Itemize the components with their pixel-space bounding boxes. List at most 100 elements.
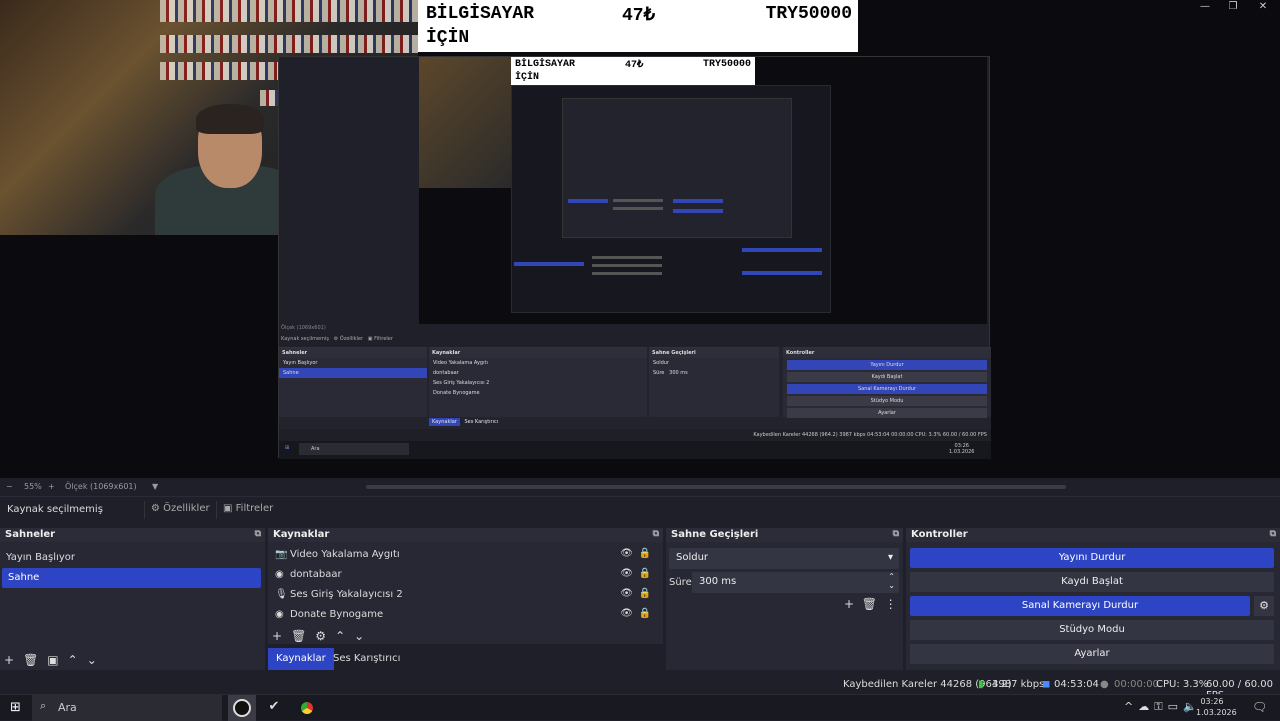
undock-icon[interactable]: ⧉ xyxy=(1270,529,1276,539)
signal-icon: ▮ xyxy=(978,679,984,690)
tab-mixer[interactable]: Ses Karıştırıcı xyxy=(325,648,408,670)
stop-stream-button[interactable]: Yayını Durdur xyxy=(910,548,1274,568)
nested-transitions-title: Sahne Geçişleri xyxy=(649,348,779,358)
zoom-level: 55% xyxy=(24,482,42,491)
eye-icon[interactable]: 👁 xyxy=(620,588,633,599)
nested-webcam xyxy=(419,57,511,188)
tab-sources[interactable]: Kaynaklar xyxy=(268,648,334,670)
lock-icon[interactable]: 🔒 xyxy=(639,548,651,559)
preview-area[interactable]: BİLGİSAYAR İÇİN 47₺ TRY50000 — ❐ ✕ BİLGİ… xyxy=(0,0,1280,480)
filter-icon[interactable]: ▣ xyxy=(47,653,58,667)
add-icon[interactable]: + xyxy=(844,597,854,611)
cpu-usage: CPU: 3.3% xyxy=(1156,679,1209,690)
nested-zoom: Ölçek (1069x601) xyxy=(281,325,326,331)
sources-title: Kaynaklar xyxy=(273,529,330,540)
more-icon[interactable]: ⋮ xyxy=(885,597,897,611)
clock[interactable]: 03:26 1.03.2026 xyxy=(1196,696,1237,718)
undock-icon[interactable]: ⧉ xyxy=(653,529,659,539)
minimize-button[interactable]: — xyxy=(1190,0,1220,14)
scene-item[interactable]: Sahne xyxy=(2,568,261,588)
nested-tab-mixer: Ses Karıştırıcı xyxy=(464,419,499,425)
chevron-up-icon[interactable]: ⌃ xyxy=(335,629,345,643)
source-item[interactable]: 🎙 Ses Giriş Yakalayıcısı 2 👁 🔒 xyxy=(268,585,663,605)
chevron-down-icon: ▾ xyxy=(887,552,893,563)
zoom-in-button[interactable]: + xyxy=(48,482,55,491)
lock-icon[interactable]: 🔒 xyxy=(639,588,651,599)
windows-start-icon[interactable]: ⊞ xyxy=(10,700,21,715)
donation-line1: BİLGİSAYAR xyxy=(426,4,535,24)
scene-item[interactable]: Yayın Başlıyor xyxy=(0,548,265,568)
source-item[interactable]: 📷 Video Yakalama Aygıtı 👁 🔒 xyxy=(268,545,663,565)
notification-icon[interactable]: 🗨 xyxy=(1252,700,1267,714)
source-item[interactable]: ◉ dontabaar 👁 🔒 xyxy=(268,565,663,585)
record-icon: ● xyxy=(1100,679,1109,690)
lock-icon[interactable]: 🔒 xyxy=(639,608,651,619)
eye-icon[interactable]: 👁 xyxy=(620,548,633,559)
stop-virtualcam-button[interactable]: Sanal Kamerayı Durdur xyxy=(910,596,1250,616)
mini-bar xyxy=(673,209,723,213)
filters-button[interactable]: ▣ Filtreler xyxy=(216,501,279,519)
chevron-down-icon[interactable]: ▼ xyxy=(152,482,158,491)
stepper-icon[interactable]: ⌃ ⌄ xyxy=(888,572,895,590)
steam-icon[interactable]: ✔ xyxy=(265,699,283,717)
chevron-up-icon[interactable]: ⌃ xyxy=(68,653,78,667)
nested-transitions-dock: Sahne Geçişleri Soldur Süre 300 ms xyxy=(649,347,779,417)
nested-inner2-preview xyxy=(562,98,792,238)
lock-icon[interactable]: 🔒 xyxy=(639,568,651,579)
zoom-out-button[interactable]: − xyxy=(6,482,13,491)
eye-icon[interactable]: 👁 xyxy=(620,608,633,619)
duration-field[interactable]: 300 ms ⌃ ⌄ xyxy=(692,572,899,593)
close-button[interactable]: ✕ xyxy=(1248,0,1278,14)
source-toolbar: Kaynak seçilmemiş ⚙ Özellikler ▣ Filtrel… xyxy=(0,496,1280,522)
mini-bar xyxy=(742,271,822,275)
controls-header: Kontroller ⧉ xyxy=(906,528,1280,542)
mini-row xyxy=(592,264,662,267)
settings-button[interactable]: Ayarlar xyxy=(910,644,1274,664)
source-label: Donate Bynogame xyxy=(290,609,384,620)
add-icon[interactable]: + xyxy=(4,653,14,667)
nested-scene-item: Yayın Başlıyor xyxy=(283,360,318,366)
undock-icon[interactable]: ⧉ xyxy=(893,529,899,539)
gear-icon[interactable]: ⚙ xyxy=(1254,596,1274,616)
duration-label: Süre xyxy=(669,577,692,588)
undock-icon[interactable]: ⧉ xyxy=(255,529,261,539)
restore-button[interactable]: ❐ xyxy=(1218,0,1248,14)
clock-date: 1.03.2026 xyxy=(1196,708,1237,717)
preview-scrollbar[interactable] xyxy=(366,485,1066,489)
nested-inner-preview xyxy=(511,85,831,313)
chevron-down-icon[interactable]: ⌄ xyxy=(87,653,97,667)
mini-row xyxy=(592,256,662,259)
properties-button[interactable]: ⚙ Özellikler xyxy=(144,501,216,519)
nested-sources-title: Kaynaklar xyxy=(429,348,647,358)
nested-donation-banner: BİLGİSAYAR İÇİN 47₺ TRY50000 xyxy=(511,57,755,85)
nested-donation-line2: İÇİN xyxy=(515,72,540,83)
gear-icon: ⚙ xyxy=(151,503,160,514)
stream-time: 04:53:04 xyxy=(1054,679,1099,690)
eye-icon[interactable]: 👁 xyxy=(620,568,633,579)
nested-btn: Stüdyo Modu xyxy=(787,396,987,406)
taskbar-search[interactable]: ⌕ Ara xyxy=(32,695,222,721)
trash-icon[interactable]: 🗑 xyxy=(291,629,306,643)
mini-bar xyxy=(514,262,584,266)
start-record-button[interactable]: Kaydı Başlat xyxy=(910,572,1274,592)
tray-icons[interactable]: ^☁⚿▭🔈 xyxy=(1124,700,1202,714)
nested-source-item: Video Yakalama Aygıtı xyxy=(433,360,488,366)
nested-scenes-dock: Sahneler Yayın Başlıyor Sahne xyxy=(279,347,427,417)
source-item[interactable]: ◉ Donate Bynogame 👁 🔒 xyxy=(268,605,663,625)
obs-icon[interactable] xyxy=(233,699,251,717)
trash-icon[interactable]: 🗑 xyxy=(862,597,877,611)
scale-select[interactable]: Ölçek (1069x601) xyxy=(65,482,137,491)
nested-btn: Yayını Durdur xyxy=(787,360,987,370)
studio-mode-button[interactable]: Stüdyo Modu xyxy=(910,620,1274,640)
no-source-label: Kaynak seçilmemiş xyxy=(7,504,103,515)
transition-select[interactable]: Soldur ▾ xyxy=(669,548,899,569)
gear-icon[interactable]: ⚙ xyxy=(315,629,326,643)
chevron-down-icon[interactable]: ⌄ xyxy=(354,629,364,643)
nested-status: Kaybedilen Kareler 44268 (964.2) 3987 kb… xyxy=(279,429,991,441)
filters-label: Filtreler xyxy=(235,503,274,514)
trash-icon[interactable]: 🗑 xyxy=(23,653,38,667)
chrome-icon[interactable] xyxy=(298,699,316,717)
nested-duration-label: Süre xyxy=(653,370,665,376)
add-icon[interactable]: + xyxy=(272,629,282,643)
nested-duration-value: 300 ms xyxy=(669,370,688,376)
